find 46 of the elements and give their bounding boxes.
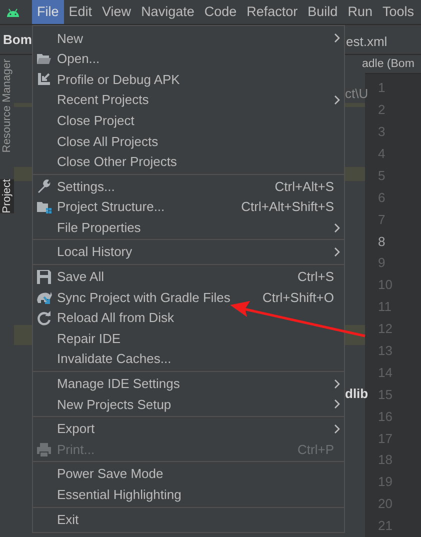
tab-title[interactable]: Bom — [3, 30, 32, 50]
wrench-icon — [36, 178, 52, 194]
menu-item[interactable]: File Properties — [33, 217, 344, 238]
menu-item[interactable]: Project Structure... Ctrl+Alt+Shift+S — [33, 196, 344, 218]
menu-item[interactable]: Close Project — [33, 110, 344, 131]
menu-item[interactable]: Profile or Debug APK — [33, 69, 344, 90]
menu-item[interactable]: Save All Ctrl+S — [33, 266, 344, 288]
menu-bar-item[interactable]: Build — [302, 0, 343, 24]
menu-bar-item[interactable]: File — [32, 0, 64, 24]
menu-item[interactable]: Close All Projects — [33, 130, 344, 152]
side-tab[interactable]: Resource Manager — [0, 59, 14, 153]
arrow-icon — [36, 71, 52, 88]
path-text: ct\U — [345, 85, 368, 103]
menu-item[interactable]: Sync Project with Gradle Files Ctrl+Shift+O — [33, 287, 344, 308]
tab-title[interactable]: est.xml — [346, 32, 388, 52]
folder-grid-icon — [36, 199, 52, 216]
menu-item[interactable]: Settings... Ctrl+Alt+S — [33, 176, 344, 197]
save-icon — [36, 268, 52, 285]
tree-item[interactable]: dlib — [345, 384, 368, 404]
menu-item[interactable]: Reload All from Disk — [33, 308, 344, 328]
menu-item[interactable]: Repair IDE — [33, 328, 344, 349]
panel-title: adle (Bom — [362, 56, 414, 72]
menu-bar-item[interactable]: Code — [199, 0, 242, 24]
menu-item[interactable]: New Projects Setup — [33, 394, 344, 415]
menu-item[interactable]: Local History — [33, 242, 344, 263]
menu-bar-item[interactable]: Navigate — [136, 0, 200, 24]
menu-item[interactable]: Essential Highlighting — [33, 484, 344, 506]
reload-icon — [36, 310, 52, 326]
menu-item[interactable]: Power Save Mode — [33, 464, 344, 484]
printer-icon — [36, 442, 52, 458]
menu-bar-item[interactable]: Run — [342, 0, 378, 24]
menu-item[interactable]: Recent Projects — [33, 90, 344, 110]
line-number: 8 — [378, 232, 386, 251]
menu-item[interactable]: Invalidate Caches... — [33, 348, 344, 370]
menu-item[interactable]: Export — [33, 418, 344, 440]
menu-item[interactable]: Manage IDE Settings — [33, 374, 344, 394]
menu-bar-item[interactable]: Refactor — [242, 0, 303, 24]
android-logo-icon — [6, 8, 20, 16]
menu-item[interactable]: Open... — [33, 48, 344, 70]
menu-item[interactable]: New — [33, 28, 344, 49]
menu-bar-item[interactable]: Edit — [64, 0, 98, 24]
menu-bar-item[interactable]: Tools — [377, 0, 419, 24]
menu-item[interactable]: Exit — [33, 509, 344, 530]
menu-bar-item[interactable]: View — [97, 0, 136, 24]
menu-item[interactable]: Close Other Projects — [33, 152, 344, 172]
side-tab[interactable]: Project — [0, 178, 14, 213]
